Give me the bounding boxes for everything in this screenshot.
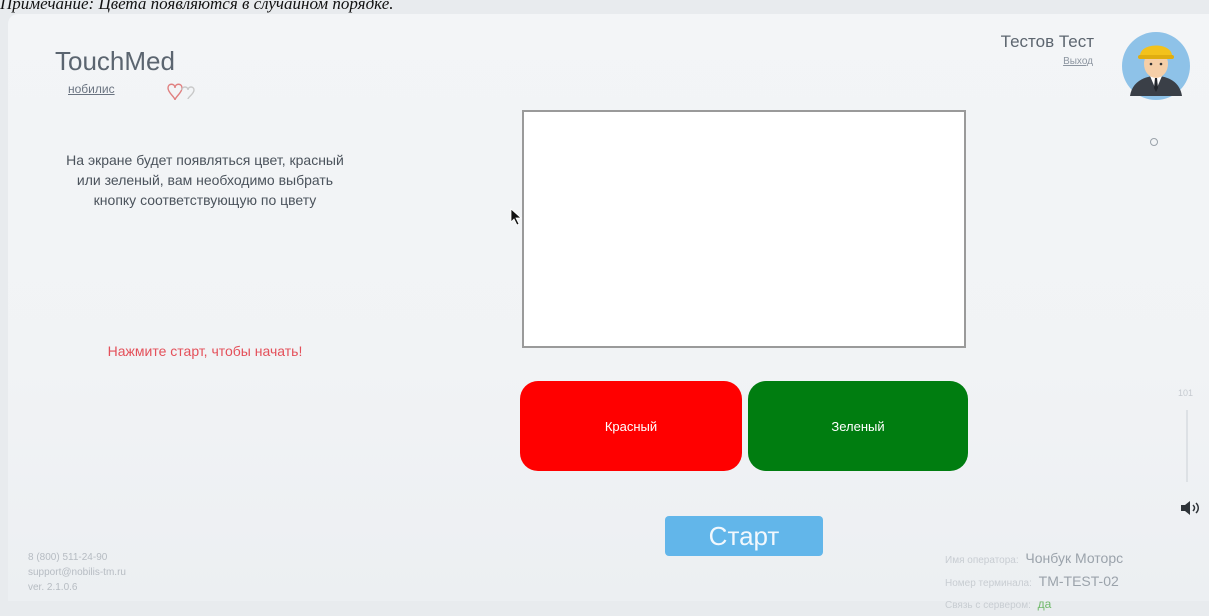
contact-phone[interactable]: 8 (800) 511-24-90 — [28, 550, 126, 565]
connection-value: да — [1037, 597, 1052, 611]
status-panel: Имя оператора: Чонбук Моторс Номер терми… — [945, 548, 1209, 616]
terminal-label: Номер терминала: — [945, 578, 1032, 589]
heart-logo-icon — [167, 83, 195, 101]
user-avatar-icon[interactable] — [1116, 30, 1196, 102]
start-button[interactable]: Старт — [665, 516, 823, 556]
caption-note: Примечание: Цвета появляются в случайном… — [0, 0, 394, 13]
start-prompt: Нажмите старт, чтобы начать! — [107, 343, 303, 359]
app-version: ver. 2.1.0.6 — [28, 582, 78, 593]
status-indicator — [1150, 138, 1158, 146]
color-display-area — [522, 110, 966, 348]
connection-row: Связь с сервером: да — [945, 594, 1209, 616]
logout-link[interactable]: Выход — [1063, 56, 1093, 67]
volume-value: 101 — [1178, 388, 1194, 398]
volume-slider[interactable] — [1186, 410, 1188, 482]
instructions-text: На экране будет появляться цвет, красный… — [66, 152, 344, 208]
operator-label: Имя оператора: — [945, 555, 1019, 566]
operator-value: Чонбук Моторс — [1025, 550, 1124, 566]
mouse-cursor-icon — [510, 208, 523, 226]
terminal-row: Номер терминала: TM-TEST-02 — [945, 571, 1209, 594]
contact-email[interactable]: support@nobilis-tm.ru — [28, 565, 126, 580]
connection-label: Связь с сервером: — [945, 600, 1031, 611]
red-button[interactable]: Красный — [520, 381, 742, 471]
speaker-icon[interactable] — [1180, 500, 1202, 516]
operator-row: Имя оператора: Чонбук Моторс — [945, 548, 1209, 571]
logo-subtitle: нобилис — [68, 82, 115, 96]
contacts: 8 (800) 511-24-90 support@nobilis-tm.ru … — [28, 550, 126, 595]
logo-title: TouchMed — [55, 46, 175, 76]
terminal-value: TM-TEST-02 — [1038, 573, 1119, 589]
green-button[interactable]: Зеленый — [748, 381, 968, 471]
user-name: Тестов Тест — [1000, 32, 1094, 51]
